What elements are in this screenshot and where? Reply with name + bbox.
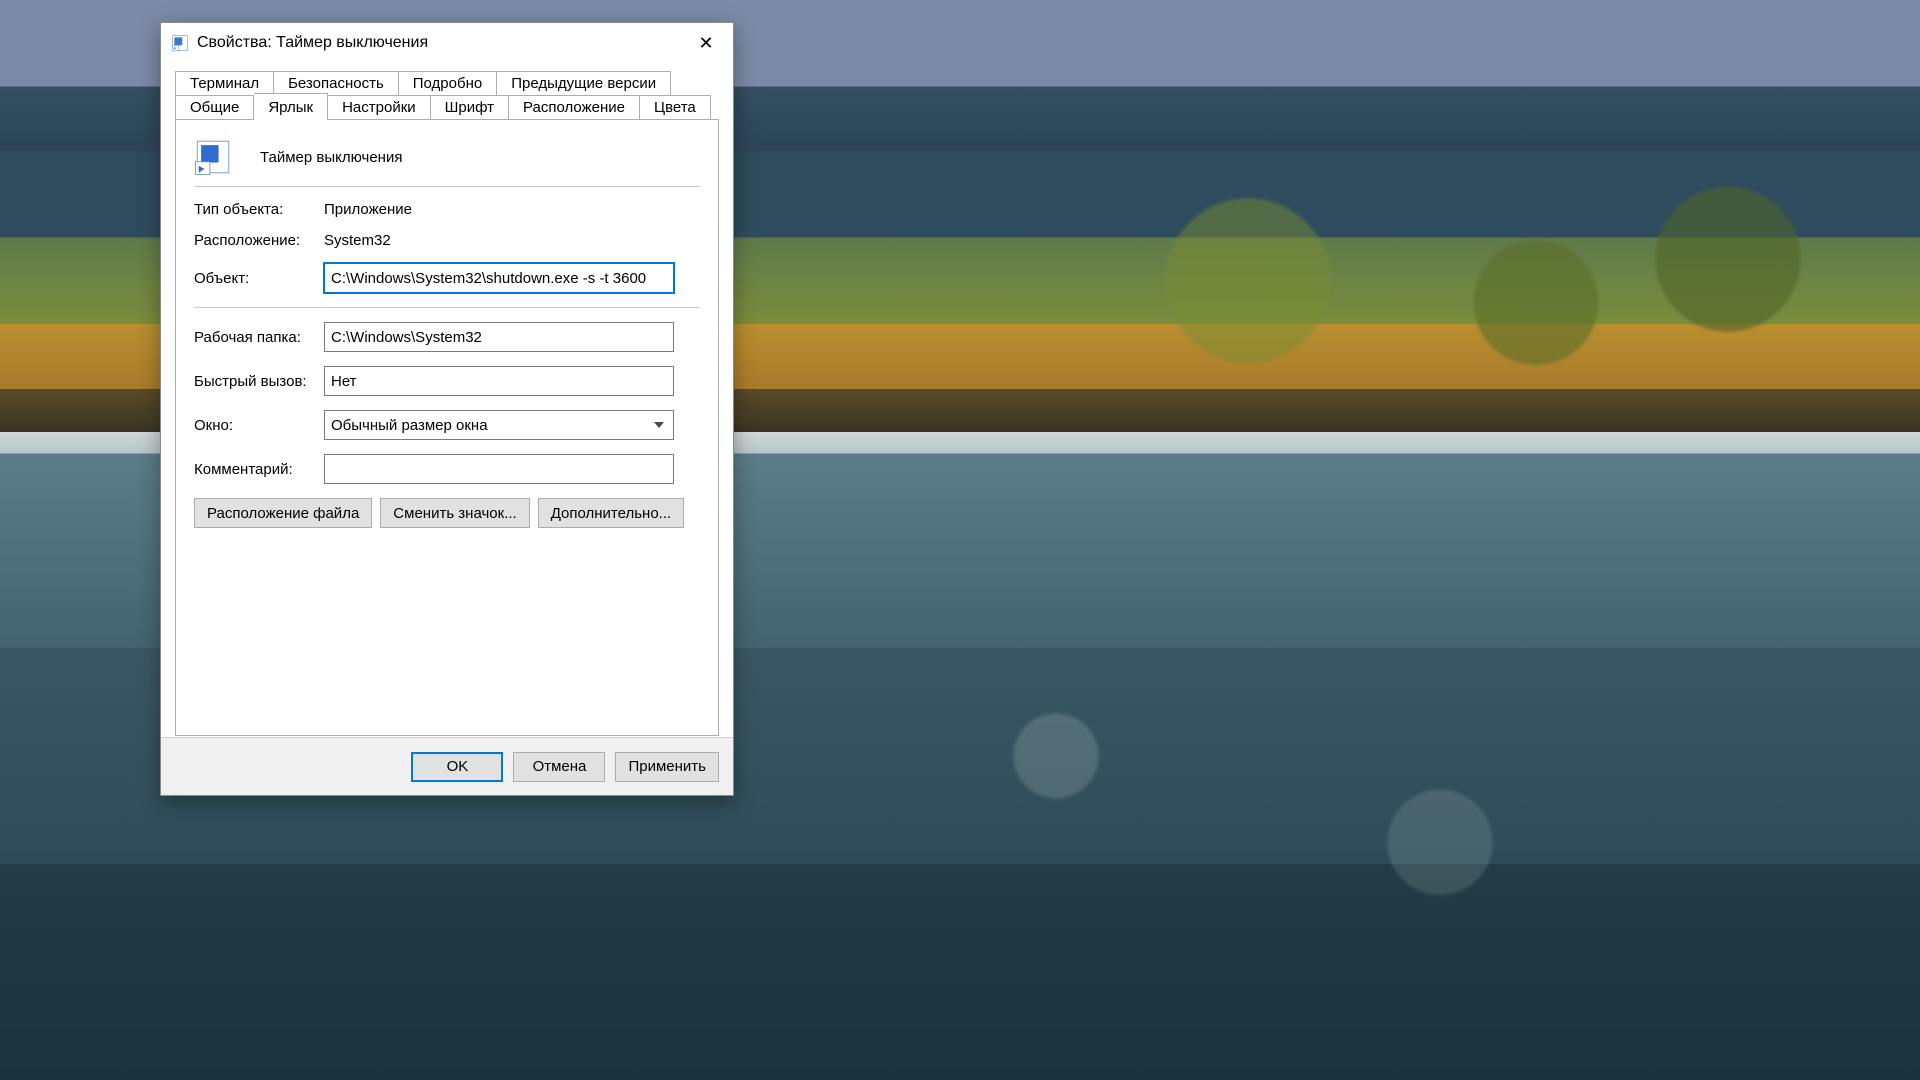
- comment-input[interactable]: [324, 454, 674, 484]
- tab-previous[interactable]: Предыдущие версии: [497, 71, 671, 96]
- label-startin: Рабочая папка:: [194, 329, 324, 346]
- ok-button[interactable]: OK: [411, 752, 503, 782]
- close-icon: ✕: [698, 33, 713, 54]
- window-title: Свойства: Таймер выключения: [197, 34, 675, 52]
- value-location: System32: [324, 232, 391, 249]
- tab-font[interactable]: Шрифт: [431, 95, 509, 120]
- cancel-button[interactable]: Отмена: [513, 752, 605, 782]
- shortcut-file-icon: [171, 34, 189, 52]
- shortcut-name: Таймер выключения: [260, 149, 402, 166]
- close-button[interactable]: ✕: [683, 27, 729, 59]
- dialog-footer: OK Отмена Применить: [161, 737, 733, 795]
- tab-details[interactable]: Подробно: [399, 71, 497, 96]
- change-icon-button[interactable]: Сменить значок...: [380, 498, 529, 528]
- label-run: Окно:: [194, 417, 324, 434]
- properties-dialog: Свойства: Таймер выключения ✕ Терминал Б…: [160, 22, 734, 796]
- divider: [194, 307, 700, 308]
- tabs-row-2: Общие Ярлык Настройки Шрифт Расположение…: [175, 95, 719, 120]
- label-location: Расположение:: [194, 232, 324, 249]
- value-object-type: Приложение: [324, 201, 412, 218]
- run-select[interactable]: Обычный размер окна: [324, 410, 674, 440]
- target-input[interactable]: [324, 263, 674, 293]
- tab-options[interactable]: Настройки: [328, 95, 431, 120]
- tab-colors[interactable]: Цвета: [640, 95, 711, 120]
- tab-layout[interactable]: Расположение: [509, 95, 640, 120]
- label-hotkey: Быстрый вызов:: [194, 373, 324, 390]
- open-file-location-button[interactable]: Расположение файла: [194, 498, 372, 528]
- hotkey-input[interactable]: [324, 366, 674, 396]
- tab-shortcut[interactable]: Ярлык: [254, 93, 328, 120]
- apply-button[interactable]: Применить: [615, 752, 719, 782]
- divider: [194, 186, 700, 187]
- tab-strip: Терминал Безопасность Подробно Предыдущи…: [161, 63, 733, 120]
- label-comment: Комментарий:: [194, 461, 324, 478]
- shortcut-large-icon: [194, 138, 232, 176]
- advanced-button[interactable]: Дополнительно...: [538, 498, 684, 528]
- label-target: Объект:: [194, 270, 324, 287]
- tab-panel-shortcut: Таймер выключения Тип объекта: Приложени…: [175, 119, 719, 736]
- titlebar[interactable]: Свойства: Таймер выключения ✕: [161, 23, 733, 63]
- startin-input[interactable]: [324, 322, 674, 352]
- label-object-type: Тип объекта:: [194, 201, 324, 218]
- tab-general[interactable]: Общие: [175, 95, 254, 120]
